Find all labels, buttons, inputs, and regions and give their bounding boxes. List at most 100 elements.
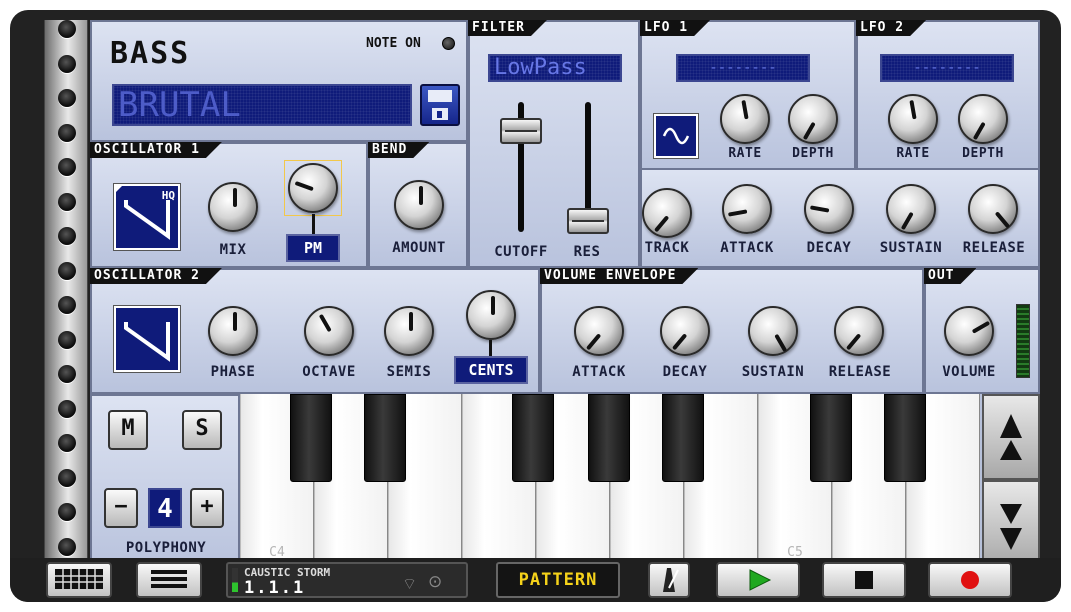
res-label: RES	[573, 244, 601, 260]
bend-amount-knob[interactable]	[394, 180, 444, 230]
rail-hole	[58, 503, 76, 521]
lfo1-waveform-button[interactable]	[653, 113, 699, 159]
metronome-icon	[663, 568, 679, 592]
rail-hole	[58, 89, 76, 107]
voice-section: M S − 4 + POLYPHONY	[90, 394, 240, 568]
osc2-phase-knob[interactable]	[208, 306, 258, 356]
osc1-pm-button[interactable]: PM	[286, 234, 340, 262]
app-window: BASS NOTE ON BRUTAL FILTER LowPass CUTOF…	[10, 10, 1061, 602]
osc1-mix-knob[interactable]	[208, 182, 258, 232]
rail-hole	[58, 330, 76, 349]
lfo1-rate-label: RATE	[728, 146, 762, 161]
filter-section: FILTER LowPass CUTOFF RES	[468, 20, 640, 268]
lfo2-rate-knob[interactable]	[888, 94, 938, 144]
osc2-cents-knob[interactable]	[466, 290, 516, 340]
lfo1-depth-label: DEPTH	[792, 146, 834, 161]
osc2-cents-button[interactable]: CENTS	[454, 356, 528, 384]
lfo1-display[interactable]: --------	[676, 54, 810, 82]
key-f-sharp4[interactable]	[512, 394, 554, 482]
metronome-button[interactable]	[648, 562, 690, 598]
sawtooth-wave-icon	[124, 322, 170, 362]
oscillator2-section: OSCILLATOR 2 PHASE OCTAVE SEMIS CENTS	[90, 268, 540, 394]
res-slider[interactable]	[567, 208, 609, 234]
lfo2-section: LFO 2 -------- RATE DEPTH	[856, 20, 1040, 170]
vol-release-knob[interactable]	[834, 306, 884, 356]
vol-release-label: RELEASE	[828, 364, 892, 380]
sine-wave-icon	[662, 127, 690, 145]
vol-decay-label: DECAY	[662, 364, 708, 380]
rail-hole	[58, 192, 76, 211]
filter-type-display[interactable]: LowPass	[488, 54, 622, 82]
menu-button[interactable]	[136, 562, 202, 598]
volume-envelope-tab: VOLUME ENVELOPE	[540, 268, 698, 284]
record-icon	[961, 571, 979, 589]
lfo1-depth-knob[interactable]	[788, 94, 838, 144]
osc1-pm-knob[interactable]	[288, 163, 338, 213]
key-d-sharp4[interactable]	[364, 394, 406, 482]
osc1-waveform-button[interactable]: HQ	[113, 183, 181, 251]
polyphony-increase-button[interactable]: +	[190, 488, 224, 528]
hamburger-menu-icon	[151, 570, 187, 588]
osc2-octave-label: OCTAVE	[302, 364, 356, 380]
save-preset-button[interactable]	[420, 84, 460, 126]
volume-envelope-section: VOLUME ENVELOPE ATTACK DECAY SUSTAIN REL…	[540, 268, 924, 394]
filter-sustain-knob[interactable]	[886, 184, 936, 234]
lfo1-rate-knob[interactable]	[720, 94, 770, 144]
key-d-sharp5[interactable]	[884, 394, 926, 482]
octave-down-button[interactable]	[982, 480, 1040, 568]
rail-hole	[58, 261, 76, 280]
play-button[interactable]	[716, 562, 800, 598]
vol-attack-knob[interactable]	[574, 306, 624, 356]
stop-button[interactable]	[822, 562, 906, 598]
vol-decay-knob[interactable]	[660, 306, 710, 356]
out-tab: OUT	[924, 268, 976, 284]
bottom-toolbar: CAUSTIC STORM 1.1.1 ⌔ ⊙ PATTERN	[10, 558, 1061, 602]
cutoff-label: CUTOFF	[494, 244, 548, 260]
grid-icon	[55, 569, 103, 589]
polyphony-label: POLYPHONY	[125, 540, 207, 556]
filter-track-knob[interactable]	[642, 188, 692, 238]
out-volume-knob[interactable]	[944, 306, 994, 356]
osc2-semis-knob[interactable]	[384, 306, 434, 356]
vol-attack-label: ATTACK	[572, 364, 626, 380]
polyphony-decrease-button[interactable]: −	[104, 488, 138, 528]
lfo1-section: LFO 1 -------- RATE DEPTH	[640, 20, 856, 170]
pattern-button[interactable]: PATTERN	[496, 562, 620, 598]
rail-hole	[58, 434, 76, 452]
filter-attack-knob[interactable]	[722, 184, 772, 234]
record-button[interactable]	[928, 562, 1012, 598]
key-c-sharp4[interactable]	[290, 394, 332, 482]
double-chevron-up-icon	[1000, 414, 1022, 460]
osc2-semis-label: SEMIS	[386, 364, 432, 380]
key-c-sharp5[interactable]	[810, 394, 852, 482]
solo-button[interactable]: S	[182, 410, 222, 450]
rail-hole	[58, 468, 76, 487]
key-g-sharp4[interactable]	[588, 394, 630, 482]
cutoff-slider[interactable]	[500, 118, 542, 144]
double-chevron-down-icon	[1000, 504, 1022, 550]
bend-tab: BEND	[368, 142, 429, 158]
lfo2-depth-label: DEPTH	[962, 146, 1004, 161]
output-level-meter	[1016, 304, 1030, 378]
rail-hole	[58, 227, 76, 245]
rack-grid-button[interactable]	[46, 562, 112, 598]
mute-button[interactable]: M	[108, 410, 148, 450]
rail-hole	[58, 158, 76, 176]
rail-hole	[58, 123, 76, 142]
filter-sustain-label: SUSTAIN	[879, 240, 943, 256]
key-a-sharp4[interactable]	[662, 394, 704, 482]
out-section: OUT VOLUME	[924, 268, 1040, 394]
osc2-octave-knob[interactable]	[304, 306, 354, 356]
filter-decay-knob[interactable]	[804, 184, 854, 234]
lfo2-depth-knob[interactable]	[958, 94, 1008, 144]
synth-panel: BASS NOTE ON BRUTAL FILTER LowPass CUTOF…	[90, 20, 1040, 568]
filter-decay-label: DECAY	[806, 240, 852, 256]
octave-up-button[interactable]	[982, 394, 1040, 480]
preset-name-display[interactable]: BRUTAL	[112, 84, 412, 126]
filter-release-knob[interactable]	[968, 184, 1018, 234]
song-info-display: CAUSTIC STORM 1.1.1 ⌔ ⊙	[226, 562, 468, 598]
vol-sustain-knob[interactable]	[748, 306, 798, 356]
osc1-mix-label: MIX	[219, 242, 247, 258]
lfo2-display[interactable]: --------	[880, 54, 1014, 82]
osc2-waveform-button[interactable]	[113, 305, 181, 373]
